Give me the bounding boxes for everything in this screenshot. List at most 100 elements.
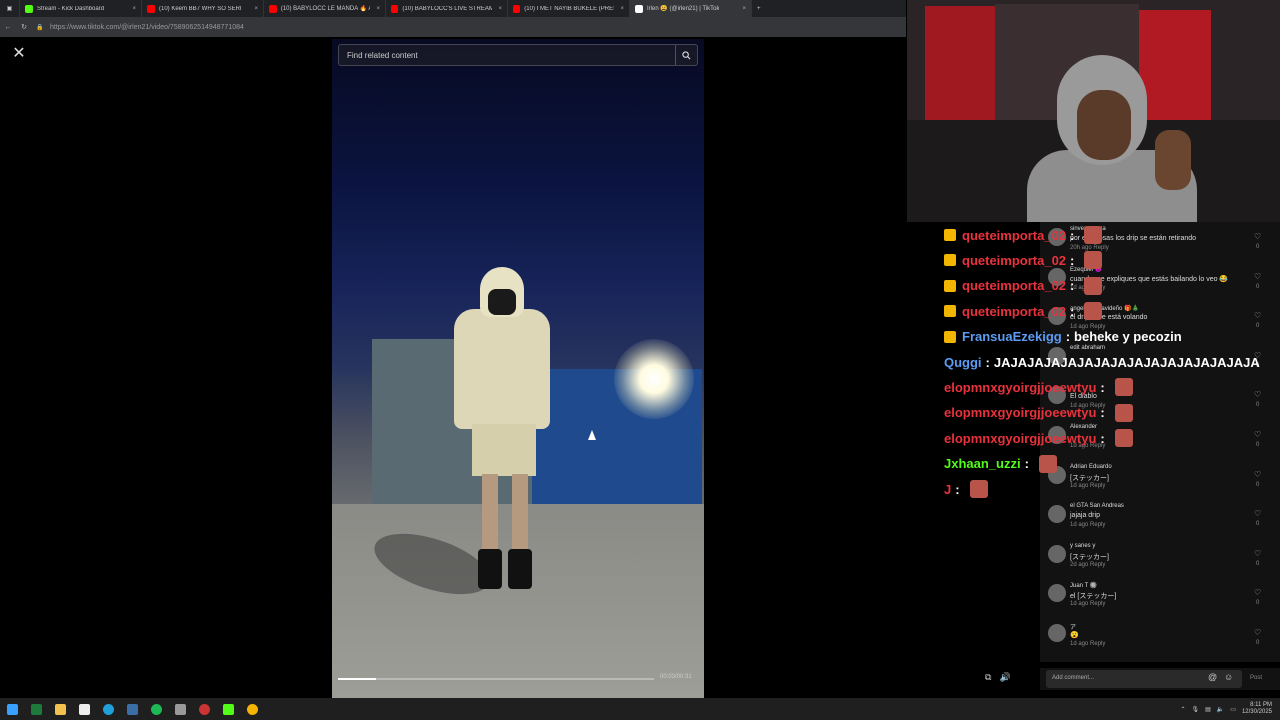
refresh-icon[interactable]: ↻ [16, 23, 32, 31]
chat-username[interactable]: J [944, 482, 951, 497]
search-icon[interactable] [675, 45, 697, 65]
windows-taskbar: ⌃ 🎙 ▤ 🔈 ▭ 8:11 PM 12/30/2025 [0, 698, 1280, 720]
like-icon[interactable]: ♡ [1254, 549, 1261, 558]
speaker-icon[interactable]: 🔈 [1217, 706, 1224, 713]
chat-separator: : [985, 354, 990, 370]
crown-badge-icon [944, 305, 956, 318]
file-icon[interactable] [72, 698, 96, 720]
close-tab-icon[interactable]: × [248, 6, 258, 12]
like-count: 0 [1256, 521, 1260, 528]
like-icon[interactable]: ♡ [1254, 588, 1261, 597]
chat-username[interactable]: queteimporta_02 [962, 304, 1066, 319]
clock[interactable]: 8:11 PM 12/30/2025 [1242, 702, 1272, 716]
browser-tab[interactable]: (10) I MET NAYIB BUKELE (PRESID × [508, 0, 630, 17]
chrome-icon[interactable] [240, 698, 264, 720]
comment-author[interactable]: y sanes y [1070, 543, 1095, 549]
close-tab-icon[interactable]: × [370, 6, 380, 12]
emoji-icon[interactable]: ☺ [1224, 672, 1233, 682]
tool-icon[interactable] [168, 698, 192, 720]
volume-icon[interactable]: 🔊 [999, 672, 1010, 683]
comment-author[interactable]: Juan T 🔘 [1070, 582, 1097, 589]
chat-separator: : [1070, 252, 1075, 268]
url-field[interactable]: https://www.tiktok.com/@irlen21/video/75… [50, 24, 244, 31]
comment-item: ア 😮 1d ago Reply ♡ 0 [1040, 622, 1280, 662]
start-icon[interactable] [0, 698, 24, 720]
close-tab-icon[interactable]: × [736, 6, 746, 12]
comment-meta[interactable]: 1d ago Reply [1070, 641, 1105, 647]
add-comment-bar: Add comment... @ ☺ Post [1040, 668, 1280, 690]
close-tab-icon[interactable]: × [126, 6, 136, 12]
webcam-curtain [1139, 10, 1211, 125]
obs-icon[interactable] [192, 698, 216, 720]
chat-username[interactable]: elopmnxgyoirgjjoeewtyu [944, 380, 1096, 395]
chat-username[interactable]: elopmnxgyoirgjjoeewtyu [944, 431, 1096, 446]
miniplayer-icon[interactable]: ⧉ [985, 672, 991, 683]
tray-up-icon[interactable]: ⌃ [1180, 706, 1185, 713]
back-icon[interactable]: ← [0, 24, 16, 31]
streamer-face [1077, 90, 1131, 160]
stream-chat-overlay: queteimporta_02: queteimporta_02: queteimp… [944, 222, 1280, 512]
avatar[interactable] [1048, 584, 1066, 603]
close-icon[interactable]: ✕ [10, 45, 28, 63]
close-tab-icon[interactable]: × [614, 6, 624, 12]
spotify-icon[interactable] [144, 698, 168, 720]
chat-username[interactable]: queteimporta_02 [962, 228, 1066, 243]
mention-icon[interactable]: @ [1208, 672, 1217, 682]
favicon-icon [269, 4, 277, 13]
video-progress-fill [338, 678, 376, 680]
chat-message: queteimporta_02: [944, 249, 1103, 271]
chat-message: queteimporta_02: [944, 224, 1103, 246]
comment-meta[interactable]: 1d ago Reply [1070, 601, 1105, 607]
post-button[interactable]: Post [1250, 675, 1262, 681]
person-shoe [478, 549, 502, 589]
avatar[interactable] [1048, 624, 1066, 642]
favicon-icon [635, 4, 643, 13]
video-controls: ⧉ 🔊 [985, 672, 1011, 683]
chat-separator: : [1065, 329, 1071, 345]
chat-username[interactable]: elopmnxgyoirgjjoeewtyu [944, 405, 1096, 420]
chat-separator: : [1070, 303, 1075, 319]
street-light [614, 339, 694, 419]
chat-username[interactable]: queteimporta_02 [962, 253, 1066, 268]
browser-tab[interactable]: Stream - Kick Dashboard × [20, 0, 142, 17]
chat-username[interactable]: queteimporta_02 [962, 278, 1066, 293]
new-tab-button[interactable]: + [752, 0, 766, 17]
emote-icon [1114, 403, 1133, 422]
browser-tab-label: (10) BABYLOCC LE MANDA 🔥 A [280, 6, 371, 12]
video-progress-bar[interactable] [338, 678, 654, 680]
chat-username[interactable]: Quggi [944, 355, 982, 370]
browser-tab[interactable]: (10) BABYLOCC LE MANDA 🔥 A × [264, 0, 386, 17]
chat-username[interactable]: FransuaEzekigg [962, 329, 1062, 344]
search-placeholder: Find related content [347, 50, 418, 60]
kick-icon[interactable] [216, 698, 240, 720]
video-time: 00:03/00:31 [660, 674, 692, 680]
mic-icon[interactable]: 🎙 [1192, 706, 1200, 713]
comment-meta[interactable]: 1d ago Reply [1070, 522, 1105, 528]
browser-tab[interactable]: Irlen 😩 (@irlen21) | TikTok × [630, 0, 752, 17]
browser-tab[interactable]: (10) BABYLOCC'S LIVE STREAM R × [386, 0, 508, 17]
comment-meta[interactable]: 2d ago Reply [1070, 562, 1105, 568]
steam-icon[interactable] [120, 698, 144, 720]
chat-separator: : [1070, 227, 1075, 243]
search-input[interactable]: Find related content [338, 44, 698, 66]
chat-message: J: [944, 478, 988, 500]
close-tab-icon[interactable]: × [492, 6, 502, 12]
video-player[interactable] [332, 39, 704, 698]
folder-icon[interactable] [48, 698, 72, 720]
network-icon[interactable]: ▤ [1205, 706, 1211, 713]
person-mask [488, 289, 516, 315]
like-icon[interactable]: ♡ [1254, 628, 1261, 637]
browser-tab[interactable]: (10) Keem BB7 WHY SO SERI × [142, 0, 264, 17]
emote-icon [1038, 454, 1057, 473]
tab-actions-icon[interactable]: ▣ [0, 0, 20, 17]
edge-icon[interactable] [96, 698, 120, 720]
emote-icon [1084, 276, 1103, 295]
webcam-curtain [925, 6, 995, 126]
chat-text: beheke y pecozin [1074, 329, 1182, 345]
clock-time: 8:11 PM [1250, 702, 1272, 708]
battery-icon[interactable]: ▭ [1230, 706, 1236, 713]
chat-username[interactable]: Jxhaan_uzzi [944, 456, 1021, 471]
comment-author[interactable]: ア [1070, 622, 1076, 631]
avatar[interactable] [1048, 544, 1066, 563]
terminal-icon[interactable] [24, 698, 48, 720]
